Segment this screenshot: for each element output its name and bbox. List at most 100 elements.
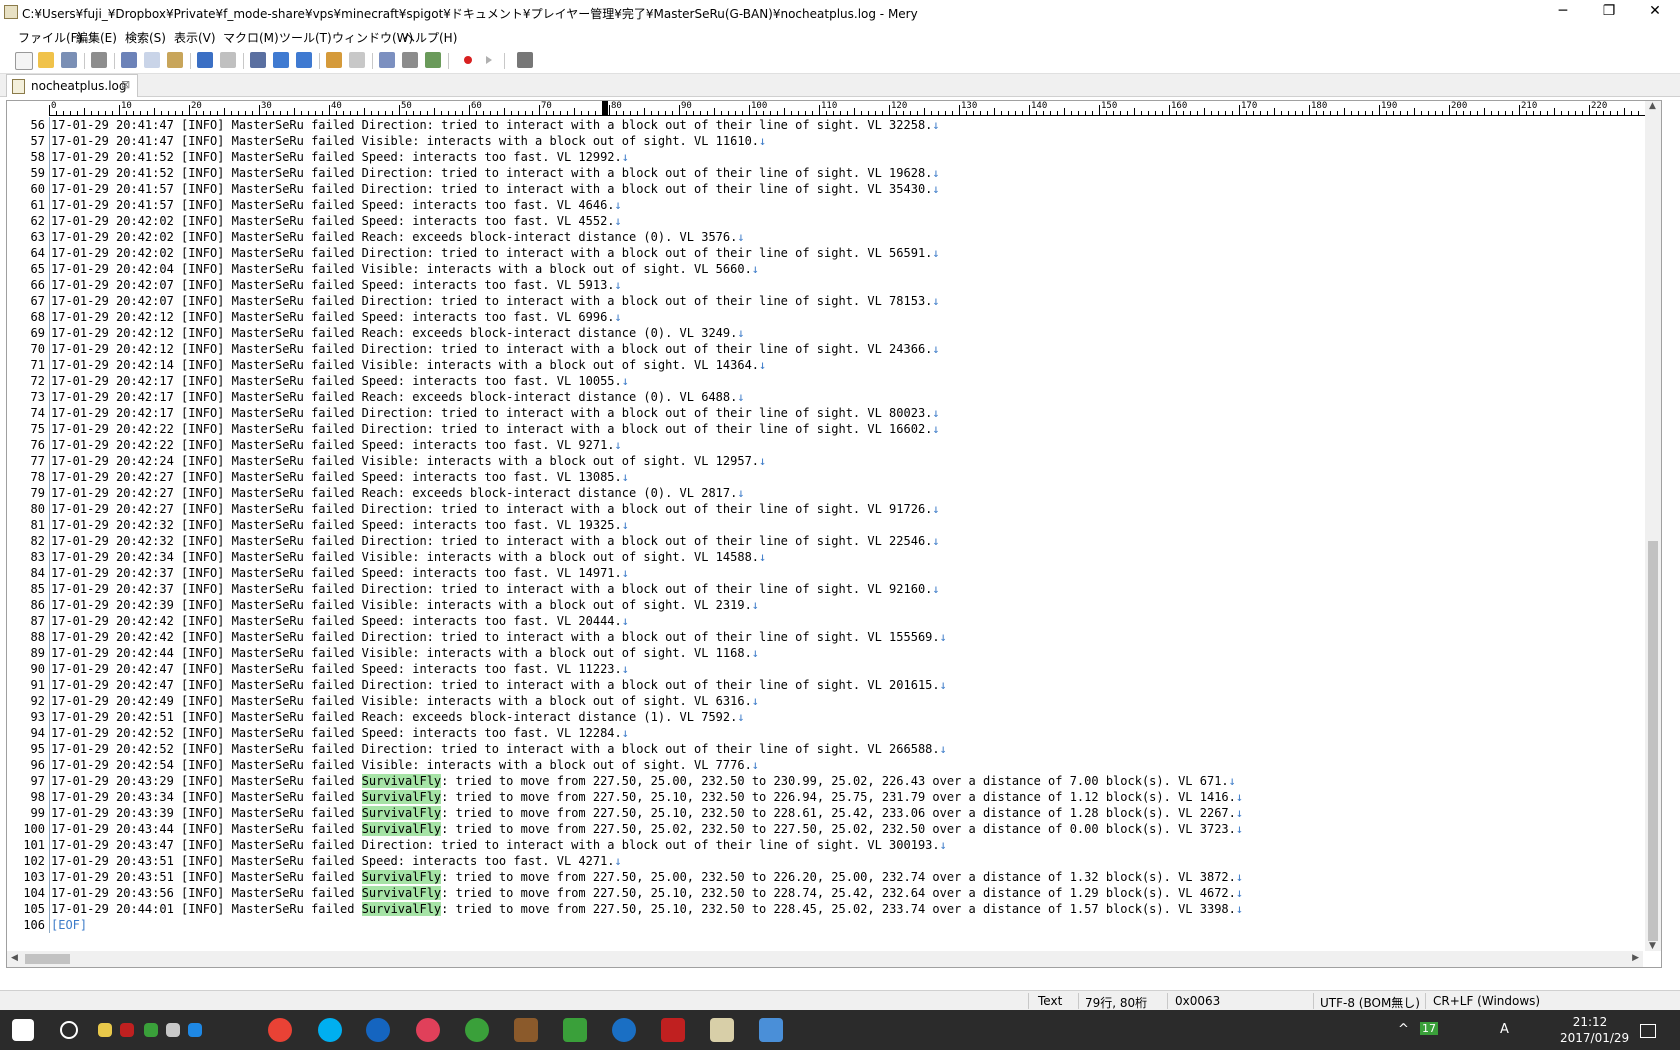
mery-icon[interactable] <box>710 1018 734 1042</box>
maximize-button[interactable]: ❐ <box>1586 0 1632 24</box>
status-encoding[interactable]: UTF-8 (BOM無し) <box>1320 994 1420 1011</box>
tab-close-icon[interactable]: ⊠ <box>121 78 130 91</box>
filezilla-small-icon[interactable] <box>120 1023 134 1037</box>
log-line[interactable]: 100 17-01-29 20:43:44 [INFO] MasterSeRu f… <box>7 821 1659 837</box>
line-text[interactable]: 17-01-29 20:43:44 [INFO] MasterSeRu fail… <box>51 821 1243 837</box>
line-text[interactable]: 17-01-29 20:44:01 [INFO] MasterSeRu fail… <box>51 901 1243 917</box>
tray-arrow-icon[interactable]: ^ <box>1398 1022 1409 1037</box>
tray-app-1-icon[interactable] <box>98 1023 112 1037</box>
minimize-button[interactable]: ─ <box>1540 0 1586 24</box>
log-line[interactable]: 88 17-01-29 20:42:42 [INFO] MasterSeRu fa… <box>7 629 1659 645</box>
vertical-scrollbar[interactable]: ▲ ▼ <box>1645 101 1661 951</box>
log-line[interactable]: 81 17-01-29 20:42:32 [INFO] MasterSeRu fa… <box>7 517 1659 533</box>
line-text[interactable]: 17-01-29 20:42:34 [INFO] MasterSeRu fail… <box>51 549 766 565</box>
log-line[interactable]: 76 17-01-29 20:42:22 [INFO] MasterSeRu fa… <box>7 437 1659 453</box>
line-text[interactable]: 17-01-29 20:42:04 [INFO] MasterSeRu fail… <box>51 261 759 277</box>
menu-tools[interactable]: ツール(T) <box>279 29 332 46</box>
log-line[interactable]: 70 17-01-29 20:42:12 [INFO] MasterSeRu fa… <box>7 341 1659 357</box>
line-text[interactable]: 17-01-29 20:42:44 [INFO] MasterSeRu fail… <box>51 645 759 661</box>
line-text[interactable]: 17-01-29 20:43:29 [INFO] MasterSeRu fail… <box>51 773 1236 789</box>
log-line[interactable]: 56 17-01-29 20:41:47 [INFO] MasterSeRu fa… <box>7 117 1659 133</box>
log-line[interactable]: 102 17-01-29 20:43:51 [INFO] MasterSeRu f… <box>7 853 1659 869</box>
line-text[interactable]: 17-01-29 20:41:47 [INFO] MasterSeRu fail… <box>51 133 766 149</box>
line-text[interactable]: 17-01-29 20:42:17 [INFO] MasterSeRu fail… <box>51 373 629 389</box>
line-text[interactable]: 17-01-29 20:42:17 [INFO] MasterSeRu fail… <box>51 405 940 421</box>
scroll-down-icon[interactable]: ▼ <box>1649 941 1656 951</box>
tray-badge[interactable]: 17 <box>1420 1022 1438 1035</box>
line-text[interactable]: 17-01-29 20:43:47 [INFO] MasterSeRu fail… <box>51 837 947 853</box>
scroll-up-icon[interactable]: ▲ <box>1649 101 1656 111</box>
menu-view[interactable]: 表示(V) <box>174 29 216 46</box>
settings-icon[interactable] <box>517 52 533 68</box>
log-line[interactable]: 93 17-01-29 20:42:51 [INFO] MasterSeRu fa… <box>7 709 1659 725</box>
log-line[interactable]: 105 17-01-29 20:44:01 [INFO] MasterSeRu f… <box>7 901 1659 917</box>
taskbar-clock[interactable]: 21:12 2017/01/29 <box>1560 1014 1629 1046</box>
view-toggle-3-icon[interactable] <box>425 52 441 68</box>
log-line[interactable]: 64 17-01-29 20:42:02 [INFO] MasterSeRu fa… <box>7 245 1659 261</box>
log-line[interactable]: 104 17-01-29 20:43:56 [INFO] MasterSeRu f… <box>7 885 1659 901</box>
line-text[interactable]: 17-01-29 20:42:02 [INFO] MasterSeRu fail… <box>51 245 940 261</box>
menu-window[interactable]: ウィンドウ(W) <box>332 29 413 46</box>
log-line[interactable]: 97 17-01-29 20:43:29 [INFO] MasterSeRu fa… <box>7 773 1659 789</box>
line-text[interactable]: 17-01-29 20:41:57 [INFO] MasterSeRu fail… <box>51 181 940 197</box>
log-line[interactable]: 87 17-01-29 20:42:42 [INFO] MasterSeRu fa… <box>7 613 1659 629</box>
status-line-ending[interactable]: CR+LF (Windows) <box>1433 994 1540 1008</box>
notification-icon[interactable] <box>1640 1024 1656 1038</box>
play-macro-icon[interactable] <box>486 56 492 64</box>
line-text[interactable]: 17-01-29 20:42:12 [INFO] MasterSeRu fail… <box>51 325 745 341</box>
log-line[interactable]: 65 17-01-29 20:42:04 [INFO] MasterSeRu fa… <box>7 261 1659 277</box>
undo-icon[interactable] <box>197 52 213 68</box>
line-text[interactable]: 17-01-29 20:42:32 [INFO] MasterSeRu fail… <box>51 533 940 549</box>
scroll-left-icon[interactable]: ◀ <box>11 953 18 963</box>
notepad-small-icon[interactable] <box>166 1023 180 1037</box>
line-text[interactable]: 17-01-29 20:41:57 [INFO] MasterSeRu fail… <box>51 197 622 213</box>
app-icon[interactable] <box>4 5 18 19</box>
print-icon[interactable] <box>91 52 107 68</box>
log-line[interactable]: 77 17-01-29 20:42:24 [INFO] MasterSeRu fa… <box>7 453 1659 469</box>
line-text[interactable]: 17-01-29 20:42:42 [INFO] MasterSeRu fail… <box>51 629 947 645</box>
horizontal-scrollbar[interactable]: ◀ ▶ <box>7 951 1643 967</box>
line-text[interactable]: 17-01-29 20:41:47 [INFO] MasterSeRu fail… <box>51 117 940 133</box>
line-text[interactable]: 17-01-29 20:43:51 [INFO] MasterSeRu fail… <box>51 853 622 869</box>
find-up-icon[interactable] <box>273 52 289 68</box>
eof-line[interactable]: 106 [EOF] <box>7 917 1659 933</box>
line-text[interactable]: 17-01-29 20:42:27 [INFO] MasterSeRu fail… <box>51 501 940 517</box>
search-icon[interactable] <box>60 1021 78 1039</box>
line-text[interactable]: 17-01-29 20:42:14 [INFO] MasterSeRu fail… <box>51 357 766 373</box>
line-text[interactable]: 17-01-29 20:42:47 [INFO] MasterSeRu fail… <box>51 661 629 677</box>
log-line[interactable]: 86 17-01-29 20:42:39 [INFO] MasterSeRu fa… <box>7 597 1659 613</box>
game-app-icon[interactable] <box>612 1018 636 1042</box>
log-line[interactable]: 98 17-01-29 20:43:34 [INFO] MasterSeRu fa… <box>7 789 1659 805</box>
log-line[interactable]: 101 17-01-29 20:43:47 [INFO] MasterSeRu f… <box>7 837 1659 853</box>
log-line[interactable]: 71 17-01-29 20:42:14 [INFO] MasterSeRu fa… <box>7 357 1659 373</box>
log-line[interactable]: 92 17-01-29 20:42:49 [INFO] MasterSeRu fa… <box>7 693 1659 709</box>
line-text[interactable]: 17-01-29 20:42:12 [INFO] MasterSeRu fail… <box>51 309 622 325</box>
menu-file[interactable]: ファイル(F) <box>18 29 82 46</box>
line-text[interactable]: 17-01-29 20:42:49 [INFO] MasterSeRu fail… <box>51 693 759 709</box>
line-text[interactable]: 17-01-29 20:43:51 [INFO] MasterSeRu fail… <box>51 869 1243 885</box>
line-text[interactable]: 17-01-29 20:42:37 [INFO] MasterSeRu fail… <box>51 565 629 581</box>
redo-icon[interactable] <box>220 52 236 68</box>
line-text[interactable]: 17-01-29 20:42:27 [INFO] MasterSeRu fail… <box>51 469 629 485</box>
log-line[interactable]: 58 17-01-29 20:41:52 [INFO] MasterSeRu fa… <box>7 149 1659 165</box>
line-text[interactable]: 17-01-29 20:42:32 [INFO] MasterSeRu fail… <box>51 517 629 533</box>
log-line[interactable]: 66 17-01-29 20:42:07 [INFO] MasterSeRu fa… <box>7 277 1659 293</box>
log-line[interactable]: 82 17-01-29 20:42:32 [INFO] MasterSeRu fa… <box>7 533 1659 549</box>
log-line[interactable]: 78 17-01-29 20:42:27 [INFO] MasterSeRu fa… <box>7 469 1659 485</box>
lips-app-icon[interactable] <box>416 1018 440 1042</box>
line-text[interactable]: 17-01-29 20:43:34 [INFO] MasterSeRu fail… <box>51 789 1243 805</box>
log-line[interactable]: 94 17-01-29 20:42:52 [INFO] MasterSeRu fa… <box>7 725 1659 741</box>
vertical-scroll-thumb[interactable] <box>1648 541 1658 941</box>
skype-icon[interactable] <box>318 1018 342 1042</box>
image-viewer-icon[interactable] <box>759 1018 783 1042</box>
line-text[interactable]: 17-01-29 20:42:12 [INFO] MasterSeRu fail… <box>51 341 940 357</box>
log-line[interactable]: 89 17-01-29 20:42:44 [INFO] MasterSeRu fa… <box>7 645 1659 661</box>
log-line[interactable]: 67 17-01-29 20:42:07 [INFO] MasterSeRu fa… <box>7 293 1659 309</box>
find-icon[interactable] <box>250 52 266 68</box>
line-text[interactable]: 17-01-29 20:42:27 [INFO] MasterSeRu fail… <box>51 485 745 501</box>
windows-start-icon[interactable] <box>12 1019 34 1041</box>
app-circle-icon[interactable] <box>366 1018 390 1042</box>
box-app-icon[interactable] <box>514 1018 538 1042</box>
log-line[interactable]: 84 17-01-29 20:42:37 [INFO] MasterSeRu fa… <box>7 565 1659 581</box>
line-text[interactable]: 17-01-29 20:42:54 [INFO] MasterSeRu fail… <box>51 757 759 773</box>
